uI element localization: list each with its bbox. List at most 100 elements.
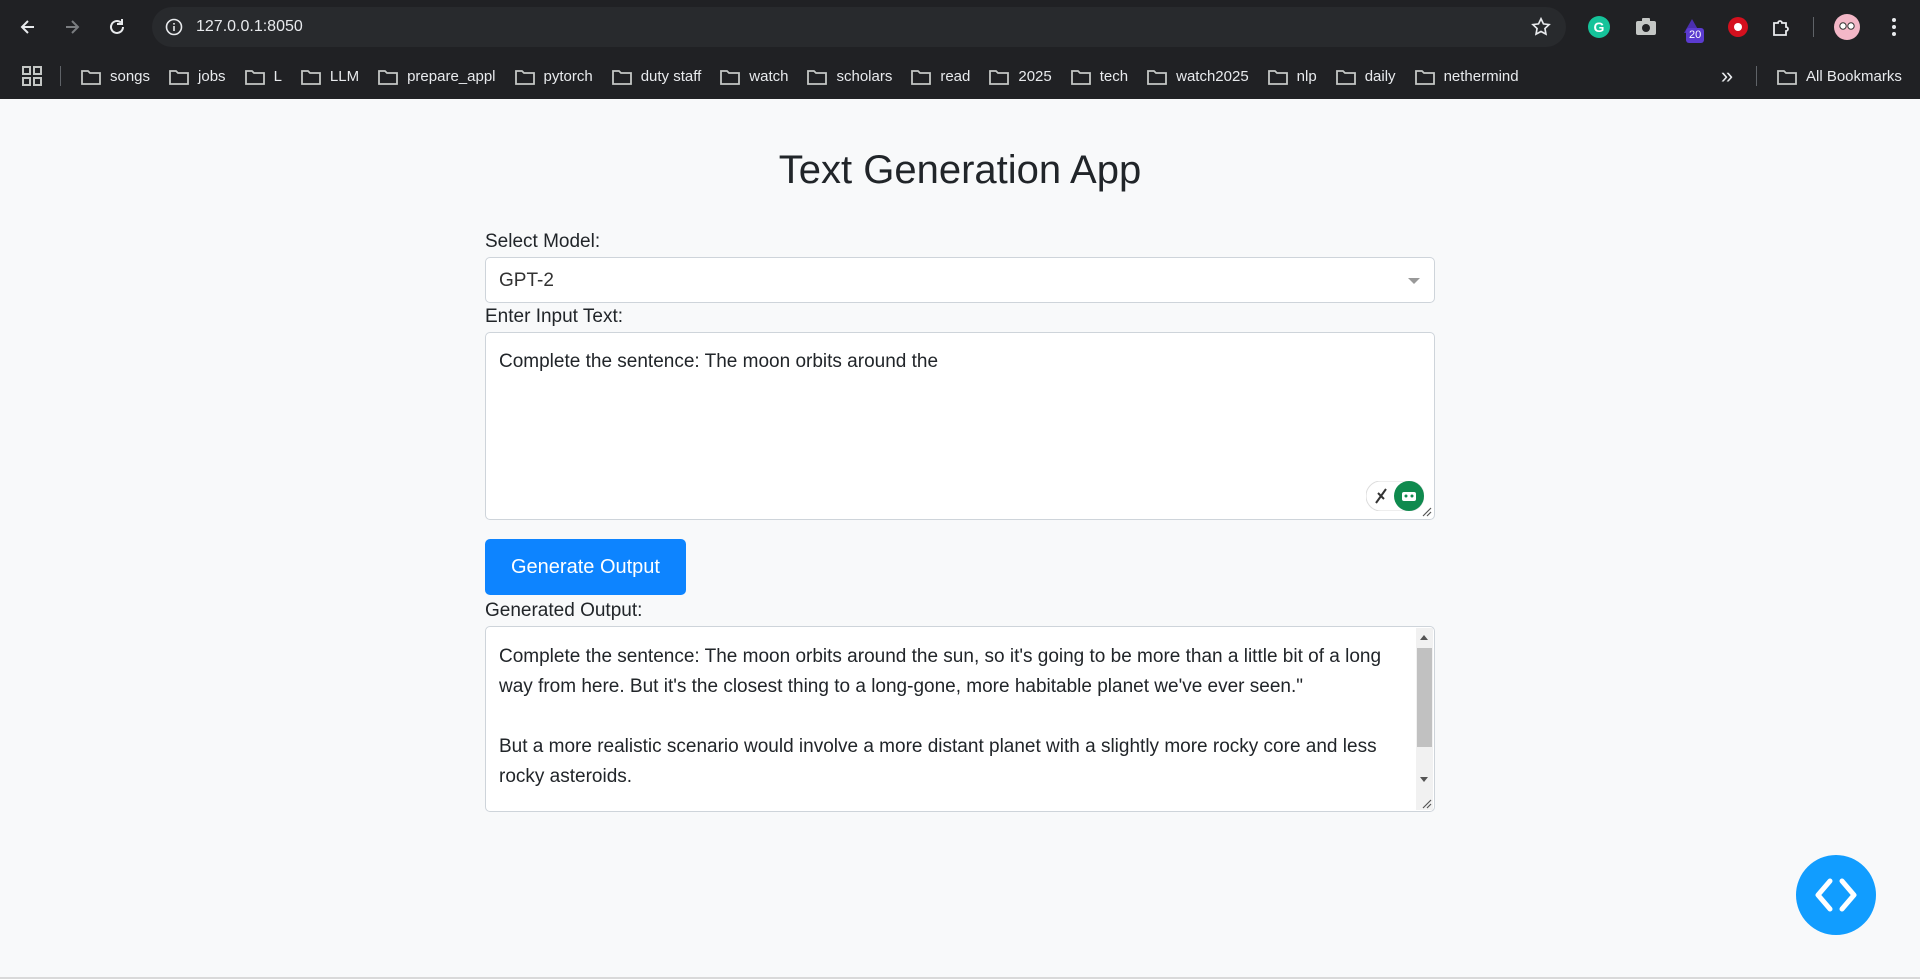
bookmark-label: jobs	[198, 68, 226, 85]
apps-grid-icon[interactable]	[20, 64, 44, 88]
bookmark-label: songs	[110, 68, 151, 85]
bookmark-folder[interactable]: watch2025	[1146, 61, 1257, 93]
folder-icon	[244, 69, 265, 85]
bookmark-folder[interactable]: daily	[1335, 61, 1404, 93]
generate-output-button[interactable]: Generate Output	[485, 539, 686, 595]
camera-extension-icon[interactable]	[1632, 13, 1660, 41]
reload-icon	[110, 19, 124, 34]
scrollbar-thumb[interactable]	[1417, 648, 1432, 747]
chevron-down-icon[interactable]	[1408, 278, 1420, 284]
grammarly-extension-icon[interactable]: G	[1585, 13, 1613, 41]
forward-button[interactable]	[56, 11, 88, 43]
resize-handle-icon[interactable]	[1422, 799, 1432, 809]
bookmark-label: read	[940, 68, 971, 85]
bookmark-label: scholars	[836, 68, 893, 85]
bookmark-label: watch2025	[1176, 68, 1249, 85]
extension-badge: 20	[1686, 28, 1705, 43]
site-info-icon[interactable]	[160, 13, 188, 41]
red-extension-icon[interactable]	[1724, 13, 1752, 41]
output-scrollbar[interactable]	[1416, 628, 1433, 810]
bookmark-label: pytorch	[543, 68, 593, 85]
bookmark-folder[interactable]: nlp	[1267, 61, 1325, 93]
url-text[interactable]: 127.0.0.1:8050	[196, 18, 303, 36]
address-bar[interactable]: 127.0.0.1:8050	[152, 7, 1566, 47]
bookmark-folder[interactable]: pytorch	[514, 61, 601, 93]
input-label: Enter Input Text:	[485, 306, 624, 327]
all-bookmarks-button[interactable]: All Bookmarks	[1776, 54, 1902, 99]
folder-icon	[1070, 69, 1091, 85]
reload-button[interactable]	[101, 11, 133, 43]
svg-text:G: G	[1594, 19, 1605, 35]
output-paragraph: But a more realistic scenario would invo…	[499, 736, 1377, 787]
folder-icon	[1267, 69, 1288, 85]
page-title: Text Generation App	[778, 148, 1142, 192]
bookmark-label: duty staff	[640, 68, 702, 85]
bookmark-label: L	[273, 68, 282, 85]
folder-icon	[169, 69, 189, 85]
bookmark-star-icon[interactable]	[1530, 16, 1552, 38]
folder-icon	[378, 69, 398, 85]
scroll-down-icon[interactable]	[1420, 777, 1428, 782]
bookmark-label: LLM	[329, 68, 360, 85]
input-text[interactable]: Complete the sentence: The moon orbits a…	[499, 351, 938, 373]
bookmark-folder[interactable]: scholars	[806, 61, 900, 93]
bookmarks-bar: songs jobs L LLM prepare_appl pytorch duty sta…	[0, 54, 1920, 99]
toolbar-divider	[1813, 17, 1814, 37]
extensions-puzzle-icon[interactable]	[1767, 13, 1795, 41]
forward-arrow-icon	[66, 20, 80, 34]
browser-toolbar: 127.0.0.1:8050 G 20	[0, 0, 1920, 54]
code-brackets-icon	[1815, 878, 1857, 912]
folder-icon	[514, 69, 535, 85]
bookmark-folder[interactable]: read	[910, 61, 978, 93]
folder-icon	[1335, 69, 1356, 85]
bookmarks-divider	[60, 66, 61, 86]
bookmark-folder[interactable]: duty staff	[611, 61, 710, 93]
folder-icon	[1777, 69, 1797, 85]
model-select-value: GPT-2	[499, 270, 554, 291]
bookmark-folder[interactable]: jobs	[168, 61, 234, 93]
bookmark-label: daily	[1364, 68, 1396, 85]
folder-icon	[807, 69, 828, 85]
more-bookmarks-button[interactable]: »	[1714, 64, 1740, 90]
folder-icon	[301, 69, 321, 85]
bookmark-label: tech	[1099, 68, 1129, 85]
bookmark-folder[interactable]: LLM	[300, 61, 367, 93]
output-paragraph: Complete the sentence: The moon orbits a…	[499, 646, 1382, 697]
profile-avatar[interactable]	[1833, 13, 1861, 41]
bookmark-label: nethermind	[1443, 68, 1519, 85]
bookmark-folder[interactable]: tech	[1070, 61, 1136, 93]
bookmark-folder[interactable]: L	[244, 61, 290, 93]
writing-assistant-icon[interactable]	[1366, 481, 1424, 511]
resize-handle-icon[interactable]	[1422, 507, 1432, 517]
back-arrow-icon	[20, 20, 34, 34]
input-textarea[interactable]: Complete the sentence: The moon orbits a…	[485, 332, 1435, 520]
output-textarea[interactable]: Complete the sentence: The moon orbits a…	[485, 626, 1435, 812]
menu-kebab-icon[interactable]	[1880, 13, 1908, 41]
dash-debug-button[interactable]	[1796, 855, 1876, 935]
folder-icon	[1414, 69, 1435, 85]
bookmark-folder[interactable]: songs	[80, 61, 158, 93]
all-bookmarks-label: All Bookmarks	[1806, 68, 1902, 85]
folder-icon	[611, 69, 632, 85]
bookmark-label: 2025	[1018, 68, 1052, 85]
scroll-up-icon[interactable]	[1420, 635, 1428, 640]
model-label: Select Model:	[485, 231, 601, 252]
folder-icon	[1147, 69, 1168, 85]
model-select[interactable]: GPT-2	[485, 257, 1435, 303]
bookmark-folder[interactable]: nethermind	[1414, 61, 1527, 93]
bookmarks-divider	[1756, 66, 1757, 86]
output-text[interactable]: Complete the sentence: The moon orbits a…	[499, 642, 1399, 792]
bookmark-label: watch	[749, 68, 789, 85]
bookmark-label: prepare_appl	[407, 68, 496, 85]
bookmark-label: nlp	[1296, 68, 1317, 85]
folder-icon	[911, 69, 932, 85]
folder-icon	[989, 69, 1010, 85]
bookmarks-list: songs jobs L LLM prepare_appl pytorch duty sta…	[80, 54, 1537, 99]
output-label: Generated Output:	[485, 600, 643, 621]
bookmark-folder[interactable]: watch	[719, 61, 796, 93]
back-button[interactable]	[12, 11, 44, 43]
bookmark-folder[interactable]: 2025	[988, 61, 1059, 93]
folder-icon	[81, 69, 101, 85]
bookmark-folder[interactable]: prepare_appl	[377, 61, 503, 93]
folder-icon	[720, 69, 741, 85]
